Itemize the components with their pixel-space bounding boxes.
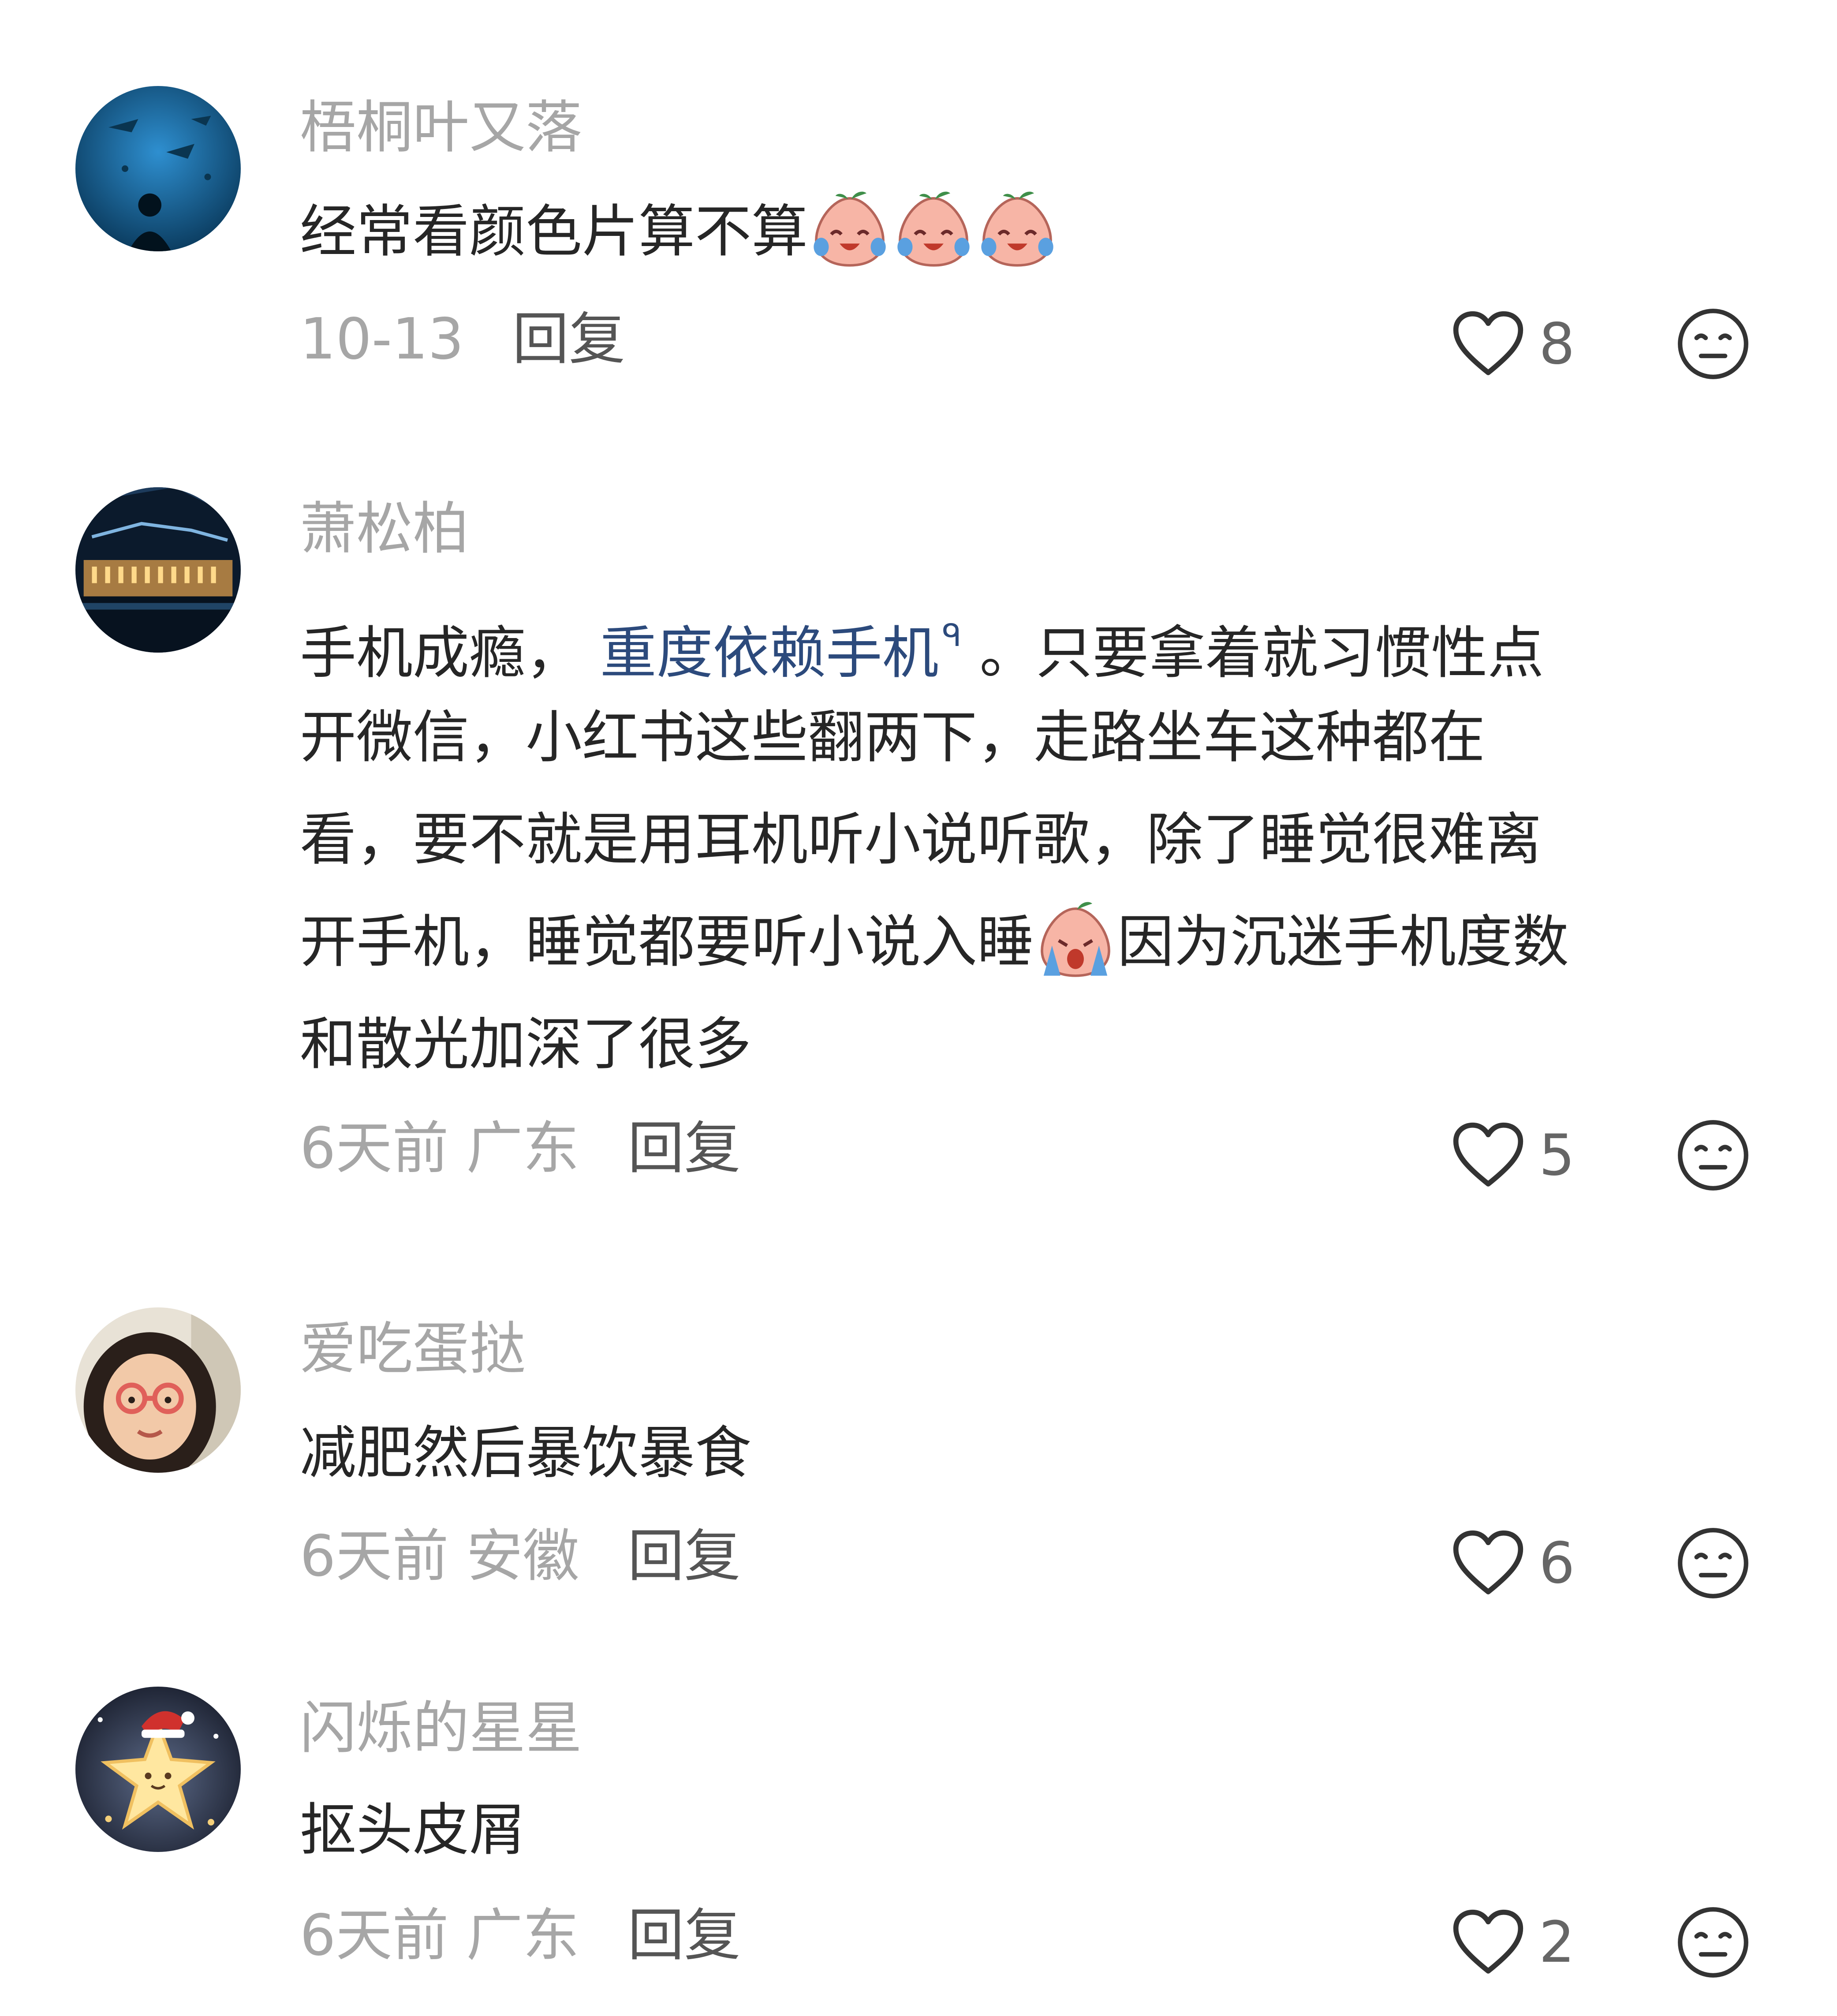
comment-line: 和散光加深了很多 xyxy=(300,1012,752,1077)
comment-date: 6天前 xyxy=(300,1523,449,1589)
reply-button[interactable]: 回复 xyxy=(512,306,625,372)
username[interactable]: 爱吃蛋挞 xyxy=(300,1314,526,1385)
comment-line: 手机成瘾， xyxy=(300,620,600,686)
dislike-button[interactable] xyxy=(1676,1905,1751,1980)
laugh-cry-peach-emoji xyxy=(892,188,975,272)
comment-line: 减肥然后暴饮暴食 xyxy=(300,1420,752,1486)
avatar[interactable] xyxy=(75,1307,241,1473)
username[interactable]: 闪烁的星星 xyxy=(300,1693,582,1764)
neutral-face-icon xyxy=(1676,1905,1751,1980)
comment-text: 手机成瘾， 重度依赖手机 ᑫ 。只要拿着就习惯性点 开微信，小红书这些翻两下，走路… xyxy=(300,584,1755,1096)
avatar[interactable] xyxy=(75,1687,241,1852)
comment-line: 开手机，睡觉都要听小说入睡 xyxy=(300,909,1034,975)
reply-button[interactable]: 回复 xyxy=(627,1903,740,1968)
comment-text: 经常看颜色片算不算 xyxy=(300,181,1755,283)
heart-outline-icon xyxy=(1451,1122,1526,1188)
like-button[interactable]: 6 xyxy=(1451,1528,1587,1598)
comment-location: 广东 xyxy=(466,1116,579,1181)
aquarium-avatar-image xyxy=(75,86,241,251)
comment-line: 看，要不就是用耳机听小说听歌，除了睡觉很难离 xyxy=(300,807,1542,873)
dislike-button[interactable] xyxy=(1676,1526,1751,1601)
comment-meta: 6天前 广东 回复 xyxy=(300,1900,740,1971)
like-count: 8 xyxy=(1539,311,1575,377)
search-keyword-link[interactable]: 重度依赖手机 xyxy=(600,620,939,686)
laugh-cry-peach-emoji xyxy=(808,188,892,272)
username[interactable]: 梧桐叶又落 xyxy=(300,93,582,163)
reply-button[interactable]: 回复 xyxy=(627,1523,740,1589)
avatar[interactable] xyxy=(75,86,241,251)
like-button[interactable]: 5 xyxy=(1451,1120,1587,1191)
dislike-button[interactable] xyxy=(1676,1118,1751,1193)
comment-text: 抠头皮屑 xyxy=(300,1779,1755,1882)
neutral-face-icon xyxy=(1676,306,1751,381)
comment-date: 6天前 xyxy=(300,1116,449,1181)
laugh-cry-peach-emoji xyxy=(975,188,1059,272)
comment-text: 减肥然后暴饮暴食 xyxy=(300,1402,1755,1505)
comment-date: 10-13 xyxy=(300,306,464,372)
comment-line: 经常看颜色片算不算 xyxy=(300,199,808,265)
like-button[interactable]: 2 xyxy=(1451,1907,1587,1978)
comment-date: 6天前 xyxy=(300,1903,449,1968)
neutral-face-icon xyxy=(1676,1526,1751,1601)
heart-outline-icon xyxy=(1451,1909,1526,1975)
girl-avatar-image xyxy=(75,1307,241,1473)
avatar[interactable] xyxy=(75,487,241,653)
comment-meta: 10-13 回复 xyxy=(300,304,625,375)
comment-line: 开微信，小红书这些翻两下，走路坐车这种都在 xyxy=(300,705,1486,770)
star-avatar-image xyxy=(75,1687,241,1852)
night-building-avatar-image xyxy=(75,487,241,653)
comment-line: 因为沉迷手机度数 xyxy=(1117,909,1569,975)
crying-peach-emoji xyxy=(1034,899,1117,982)
comment-location: 广东 xyxy=(466,1903,579,1968)
comment-line: 。只要拿着就习惯性点 xyxy=(961,620,1544,686)
like-button[interactable]: 8 xyxy=(1451,309,1587,379)
comment-meta: 6天前 广东 回复 xyxy=(300,1113,740,1184)
dislike-button[interactable] xyxy=(1676,306,1751,381)
heart-outline-icon xyxy=(1451,1530,1526,1596)
like-count: 2 xyxy=(1539,1909,1575,1975)
like-count: 5 xyxy=(1539,1122,1575,1188)
like-count: 6 xyxy=(1539,1530,1575,1596)
reply-button[interactable]: 回复 xyxy=(627,1116,740,1181)
username[interactable]: 萧松柏 xyxy=(300,494,469,564)
comment-meta: 6天前 安徽 回复 xyxy=(300,1521,740,1592)
heart-outline-icon xyxy=(1451,311,1526,377)
search-mini-icon[interactable]: ᑫ xyxy=(942,617,962,653)
neutral-face-icon xyxy=(1676,1118,1751,1193)
comment-location: 安徽 xyxy=(466,1523,579,1589)
comment-line: 抠头皮屑 xyxy=(300,1797,526,1863)
